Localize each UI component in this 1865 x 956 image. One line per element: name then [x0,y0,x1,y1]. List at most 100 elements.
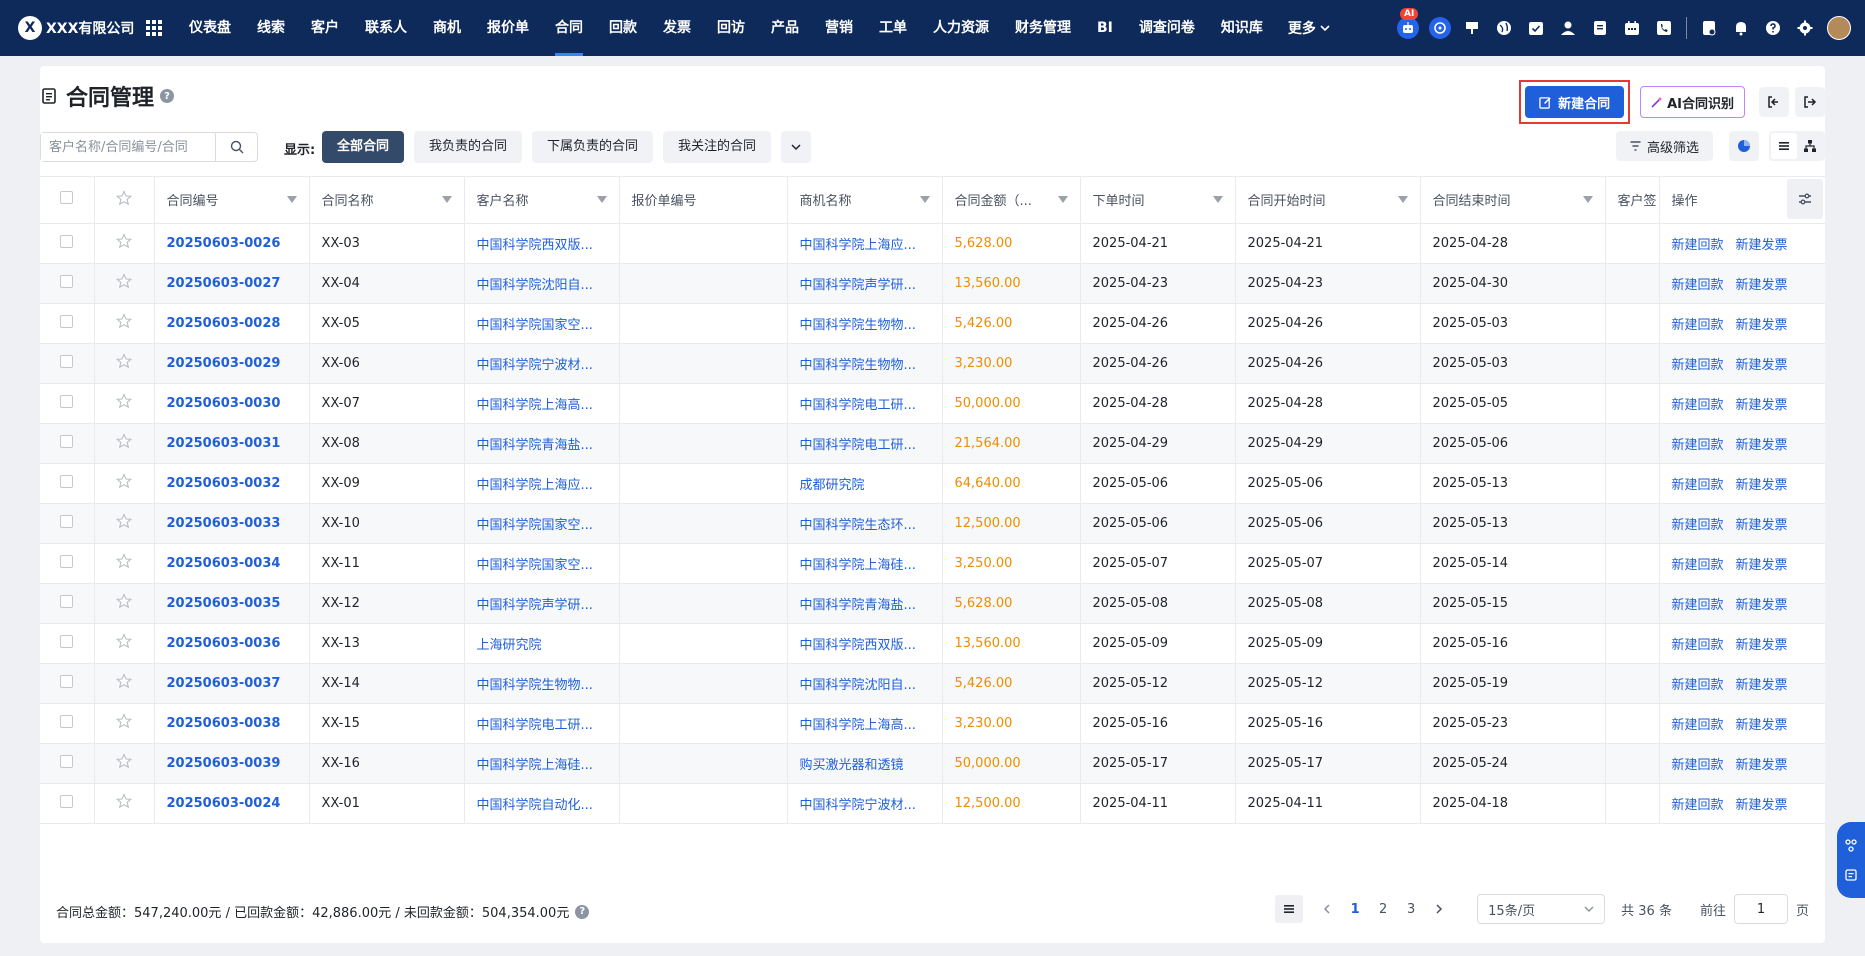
column-filter-icon[interactable] [441,195,452,204]
customer-link[interactable]: 中国科学院国家空... [477,558,593,573]
new-invoice-link[interactable]: 新建发票 [1736,358,1788,373]
opportunity-link[interactable]: 中国科学院宁波材... [800,798,916,813]
contract-no-link[interactable]: 20250603-0029 [167,356,281,371]
new-invoice-link[interactable]: 新建发票 [1736,798,1788,813]
new-payment-link[interactable]: 新建回款 [1672,798,1724,813]
new-invoice-link[interactable]: 新建发票 [1736,518,1788,533]
column-filter-icon[interactable] [1212,195,1223,204]
nav-item-11[interactable]: 营销 [812,0,866,56]
column-header-6[interactable]: 下单时间 [1080,177,1236,224]
contract-no-link[interactable]: 20250603-0039 [167,756,281,771]
new-invoice-link[interactable]: 新建发票 [1736,238,1788,253]
star-icon[interactable] [116,273,132,289]
new-payment-link[interactable]: 新建回款 [1672,638,1724,653]
prev-page-button[interactable] [1313,895,1341,923]
star-icon[interactable] [116,713,132,729]
column-filter-icon[interactable] [596,195,607,204]
customer-link[interactable]: 中国科学院上海硅... [477,758,593,773]
next-page-button[interactable] [1425,895,1453,923]
contract-no-link[interactable]: 20250603-0038 [167,716,281,731]
new-invoice-link[interactable]: 新建发票 [1736,558,1788,573]
nav-more-menu[interactable]: 更多 [1276,0,1342,56]
opportunity-link[interactable]: 中国科学院上海高... [800,718,916,733]
contract-no-link[interactable]: 20250603-0035 [167,596,281,611]
star-icon[interactable] [116,753,132,769]
column-filter-icon[interactable] [286,195,297,204]
nav-item-1[interactable]: 线索 [244,0,298,56]
row-checkbox[interactable] [60,794,74,808]
advanced-filter-button[interactable]: 高级筛选 [1615,131,1713,161]
row-checkbox[interactable] [60,594,74,608]
row-checkbox[interactable] [60,674,74,688]
row-checkbox[interactable] [60,714,74,728]
document-icon[interactable] [1589,17,1611,39]
column-filter-icon[interactable] [1397,195,1408,204]
new-payment-link[interactable]: 新建回款 [1672,598,1724,613]
help-circle-icon[interactable] [1762,17,1784,39]
opportunity-link[interactable]: 中国科学院上海硅... [800,558,916,573]
app-grid-icon[interactable] [146,20,162,36]
column-header-4[interactable]: 商机名称 [787,177,943,224]
star-icon[interactable] [116,553,132,569]
opportunity-link[interactable]: 中国科学院声学研... [800,278,916,293]
column-header-2[interactable]: 客户名称 [464,177,620,224]
scope-tab-1[interactable]: 我负责的合同 [414,131,523,163]
contract-no-link[interactable]: 20250603-0027 [167,276,281,291]
new-payment-link[interactable]: 新建回款 [1672,478,1724,493]
column-header-9[interactable]: 客户签 [1605,177,1660,224]
opportunity-link[interactable]: 中国科学院电工研... [800,398,916,413]
contract-no-link[interactable]: 20250603-0026 [167,236,281,251]
new-payment-link[interactable]: 新建回款 [1672,358,1724,373]
star-icon[interactable] [116,353,132,369]
contract-no-link[interactable]: 20250603-0036 [167,636,281,651]
column-header-5[interactable]: 合同金额（... [942,177,1081,224]
customer-link[interactable]: 中国科学院声学研... [477,598,593,613]
page-number-1[interactable]: 1 [1341,895,1369,923]
customer-link[interactable]: 中国科学院宁波材... [477,358,593,373]
column-header-1[interactable]: 合同名称 [309,177,465,224]
nav-item-14[interactable]: 财务管理 [1002,0,1084,56]
new-invoice-link[interactable]: 新建发票 [1736,438,1788,453]
contract-no-link[interactable]: 20250603-0034 [167,556,281,571]
column-filter-icon[interactable] [1582,195,1593,204]
scope-tab-0[interactable]: 全部合同 [322,131,405,163]
page-number-3[interactable]: 3 [1397,895,1425,923]
star-icon[interactable] [116,189,132,206]
nav-item-8[interactable]: 发票 [650,0,704,56]
new-payment-link[interactable]: 新建回款 [1672,238,1724,253]
nav-item-17[interactable]: 知识库 [1208,0,1276,56]
column-header-7[interactable]: 合同开始时间 [1235,177,1421,224]
row-checkbox[interactable] [60,554,74,568]
new-invoice-link[interactable]: 新建发票 [1736,758,1788,773]
nav-item-13[interactable]: 人力资源 [920,0,1002,56]
import-button[interactable] [1759,87,1789,117]
ai-assistant-icon[interactable]: AI [1397,8,1419,39]
row-checkbox[interactable] [60,754,74,768]
column-settings-button[interactable] [1787,179,1823,219]
column-header-0[interactable]: 合同编号 [154,177,310,224]
customer-link[interactable]: 中国科学院上海应... [477,478,593,493]
new-payment-link[interactable]: 新建回款 [1672,718,1724,733]
star-icon[interactable] [116,393,132,409]
search-button[interactable] [215,133,257,161]
row-checkbox[interactable] [60,634,74,648]
star-icon[interactable] [116,313,132,329]
opportunity-link[interactable]: 中国科学院生物物... [800,358,916,373]
new-invoice-link[interactable]: 新建发票 [1736,278,1788,293]
customer-link[interactable]: 中国科学院自动化... [477,798,593,813]
opportunity-link[interactable]: 中国科学院生态环... [800,518,916,533]
customer-link[interactable]: 中国科学院电工研... [477,718,593,733]
new-payment-link[interactable]: 新建回款 [1672,678,1724,693]
scope-tab-3[interactable]: 我关注的合同 [663,131,772,163]
page-number-2[interactable]: 2 [1369,895,1397,923]
bell-icon[interactable] [1730,17,1752,39]
flag-icon[interactable] [1461,17,1483,39]
scope-tab-2[interactable]: 下属负责的合同 [532,131,654,163]
opportunity-link[interactable]: 中国科学院青海盐... [800,598,916,613]
customer-link[interactable]: 中国科学院沈阳自... [477,278,593,293]
row-checkbox[interactable] [60,514,74,528]
opportunity-link[interactable]: 中国科学院西双版... [800,638,916,653]
export-button[interactable] [1795,87,1825,117]
select-all-checkbox[interactable] [60,191,74,205]
phone-icon[interactable] [1653,17,1675,39]
